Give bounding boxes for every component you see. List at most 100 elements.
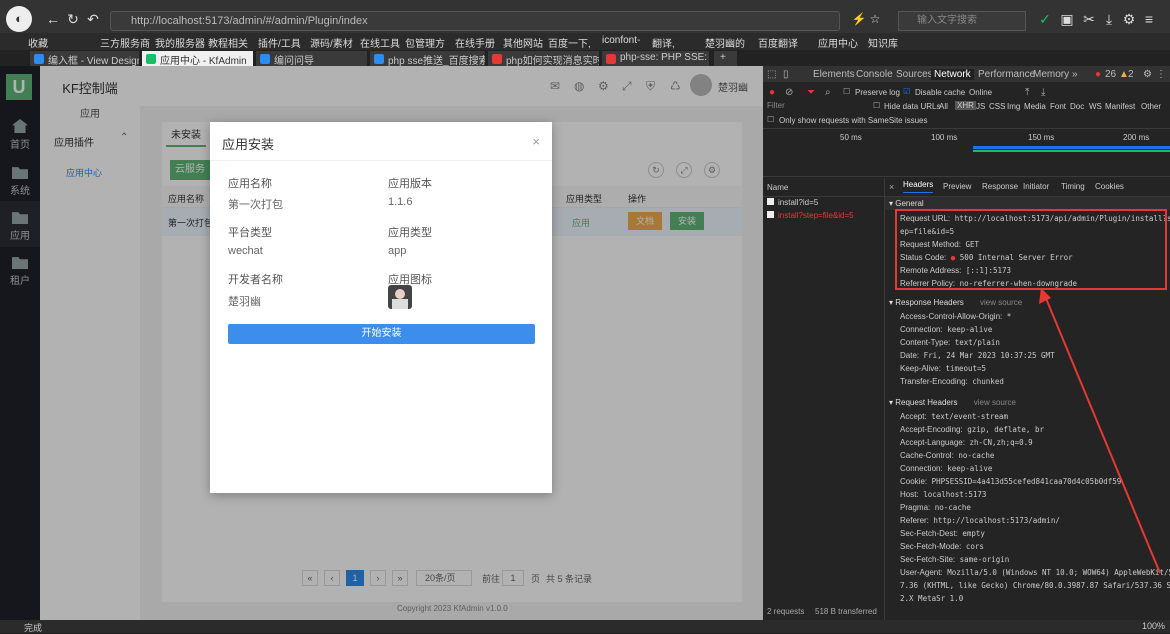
throttle-select[interactable]: Online bbox=[969, 88, 992, 97]
bookmark-item[interactable]: 包管理方 bbox=[405, 35, 445, 50]
close-icon[interactable]: × bbox=[532, 134, 540, 149]
bookmark-item[interactable]: 楚羽幽的 bbox=[705, 35, 745, 50]
more-icon[interactable]: ⋮ bbox=[1156, 69, 1166, 80]
download-icon[interactable]: ⤓ bbox=[1041, 87, 1045, 98]
browser-tab[interactable]: 编问问导 bbox=[256, 51, 368, 66]
filter-js[interactable]: JS bbox=[976, 102, 985, 111]
tab-sources[interactable]: Sources bbox=[896, 69, 933, 80]
zoom-level[interactable]: 100% bbox=[1142, 621, 1165, 631]
filter-ws[interactable]: WS bbox=[1089, 102, 1102, 111]
bookmark-item[interactable]: 在线手册 bbox=[455, 35, 495, 50]
filter-icon[interactable]: ⏷ bbox=[807, 87, 815, 98]
scissors-icon[interactable]: ✂ bbox=[1080, 10, 1098, 28]
filter-xhr[interactable]: XHR bbox=[955, 101, 976, 110]
browser-tab[interactable]: 编入框 - View Design bbox=[30, 51, 140, 66]
bookmark-item[interactable]: 三方服务商 bbox=[100, 35, 150, 50]
section-request-headers[interactable]: ▾ Request Headers view source bbox=[889, 398, 1016, 407]
tab-preview[interactable]: Preview bbox=[943, 182, 971, 191]
tab-initiator[interactable]: Initiator bbox=[1023, 182, 1049, 191]
bookmark-item[interactable]: 教程相关 bbox=[208, 35, 248, 50]
header-line: 2.X MetaSr 1.0 bbox=[900, 594, 964, 603]
headers-panel: × Headers Preview Response Initiator Tim… bbox=[885, 178, 1170, 620]
address-bar[interactable]: http://localhost:5173/admin/#/admin/Plug… bbox=[110, 11, 840, 31]
browser-tab-active[interactable]: 应用中心 - KfAdmin bbox=[142, 51, 254, 66]
tab-elements[interactable]: Elements bbox=[813, 69, 855, 80]
disable-cache-checkbox[interactable]: ☑ bbox=[903, 87, 910, 96]
highlight-box bbox=[895, 209, 1167, 290]
section-general[interactable]: ▾ General bbox=[889, 199, 924, 208]
device-toolbar-icon[interactable]: ▯ bbox=[783, 69, 789, 80]
bookmark-item[interactable]: 收藏 bbox=[28, 35, 48, 50]
back-icon[interactable]: ← bbox=[44, 10, 62, 28]
extension-icon[interactable]: ▣ bbox=[1058, 10, 1076, 28]
tab-console[interactable]: Console bbox=[856, 69, 893, 80]
clear-icon[interactable]: ⊘ bbox=[785, 87, 793, 98]
bookmark-item[interactable]: iconfont- bbox=[602, 35, 640, 46]
tab-memory[interactable]: Memory bbox=[1033, 69, 1069, 80]
browser-logo-icon[interactable]: ◐ bbox=[6, 6, 32, 32]
bookmark-item[interactable]: 插件/工具 bbox=[258, 35, 301, 50]
browser-tab[interactable]: php-sse: PHP SSE: Se bbox=[602, 51, 710, 66]
gear-icon[interactable]: ⚙ bbox=[1120, 10, 1138, 28]
bookmark-item[interactable]: 在线工具 bbox=[360, 35, 400, 50]
select-element-icon[interactable]: ⬚ bbox=[767, 69, 776, 80]
header-line: Cache-Control: no-cache bbox=[900, 451, 995, 460]
search-input[interactable]: 输入文字搜索 bbox=[898, 11, 1026, 31]
bookmark-item[interactable]: 我的服务器 bbox=[155, 35, 205, 50]
refresh-icon[interactable]: ↻ bbox=[64, 10, 82, 28]
hide-data-urls-checkbox[interactable]: ☐ bbox=[873, 101, 880, 110]
new-tab-button[interactable]: + bbox=[714, 51, 738, 66]
more-tabs-icon[interactable]: » bbox=[1072, 69, 1078, 80]
section-response-headers[interactable]: ▾ Response Headers view source bbox=[889, 298, 1022, 307]
upload-icon[interactable]: ⤒ bbox=[1025, 87, 1029, 98]
filter-input[interactable]: Filter bbox=[767, 101, 871, 113]
request-row[interactable]: install?id=5 bbox=[767, 198, 818, 207]
samesite-checkbox[interactable]: ☐ bbox=[767, 115, 774, 124]
filter-font[interactable]: Font bbox=[1050, 102, 1066, 111]
field-value: 1.1.6 bbox=[388, 196, 413, 208]
record-icon[interactable]: ● bbox=[769, 87, 775, 98]
bookmark-item[interactable]: 其他网站 bbox=[503, 35, 543, 50]
bookmark-item[interactable]: 应用中心 bbox=[818, 35, 858, 50]
filter-media[interactable]: Media bbox=[1024, 102, 1046, 111]
favicon-icon bbox=[260, 54, 270, 64]
field-label: 应用版本 bbox=[388, 178, 432, 190]
bookmark-item[interactable]: 知识库 bbox=[868, 35, 898, 50]
tab-cookies[interactable]: Cookies bbox=[1095, 182, 1124, 191]
header-line: Keep-Alive: timeout=5 bbox=[900, 364, 987, 373]
filter-doc[interactable]: Doc bbox=[1070, 102, 1084, 111]
preserve-log-checkbox[interactable]: ☐ bbox=[843, 87, 850, 96]
filter-all[interactable]: All bbox=[939, 102, 948, 111]
bookmark-item[interactable]: 翻译, bbox=[652, 35, 675, 50]
browser-tab[interactable]: php sse推送_百度搜索 bbox=[370, 51, 486, 66]
error-icon[interactable]: ● bbox=[1095, 69, 1101, 80]
request-row-error[interactable]: install?step=file&id=5 bbox=[767, 211, 854, 220]
close-icon[interactable]: × bbox=[889, 182, 894, 192]
filter-manifest[interactable]: Manifest bbox=[1105, 102, 1135, 111]
network-timeline: 50 ms 100 ms 150 ms 200 ms bbox=[763, 129, 1170, 177]
tab-network[interactable]: Network bbox=[931, 69, 974, 80]
bookmark-item[interactable]: 百度翻译 bbox=[758, 35, 798, 50]
filter-other[interactable]: Other bbox=[1141, 102, 1161, 111]
tab-response[interactable]: Response bbox=[982, 182, 1018, 191]
browser-tab[interactable]: php如何实现消息实时推 bbox=[488, 51, 600, 66]
menu-icon[interactable]: ≡ bbox=[1140, 10, 1158, 28]
file-icon bbox=[767, 198, 774, 205]
download-icon[interactable]: ⤓ bbox=[1100, 10, 1118, 28]
header-line: Sec-Fetch-Site: same-origin bbox=[900, 555, 1010, 564]
undo-icon[interactable]: ↶ bbox=[84, 10, 102, 28]
star-icon[interactable]: ☆ bbox=[866, 10, 884, 28]
tab-performance[interactable]: Performance bbox=[978, 69, 1035, 80]
tab-headers[interactable]: Headers bbox=[903, 180, 934, 193]
field-value: 楚羽幽 bbox=[228, 296, 261, 308]
settings-icon[interactable]: ⚙ bbox=[1143, 69, 1152, 80]
bookmark-item[interactable]: 百度一下, bbox=[548, 35, 591, 50]
filter-css[interactable]: CSS bbox=[989, 102, 1005, 111]
filter-img[interactable]: Img bbox=[1007, 102, 1020, 111]
app-icon-image bbox=[388, 285, 412, 309]
bookmark-item[interactable]: 源码/素材 bbox=[310, 35, 353, 50]
search-icon[interactable]: ⌕ bbox=[825, 87, 831, 98]
tab-timing[interactable]: Timing bbox=[1061, 182, 1085, 191]
start-install-button[interactable]: 开始安装 bbox=[228, 324, 535, 344]
check-icon[interactable]: ✓ bbox=[1036, 10, 1054, 28]
